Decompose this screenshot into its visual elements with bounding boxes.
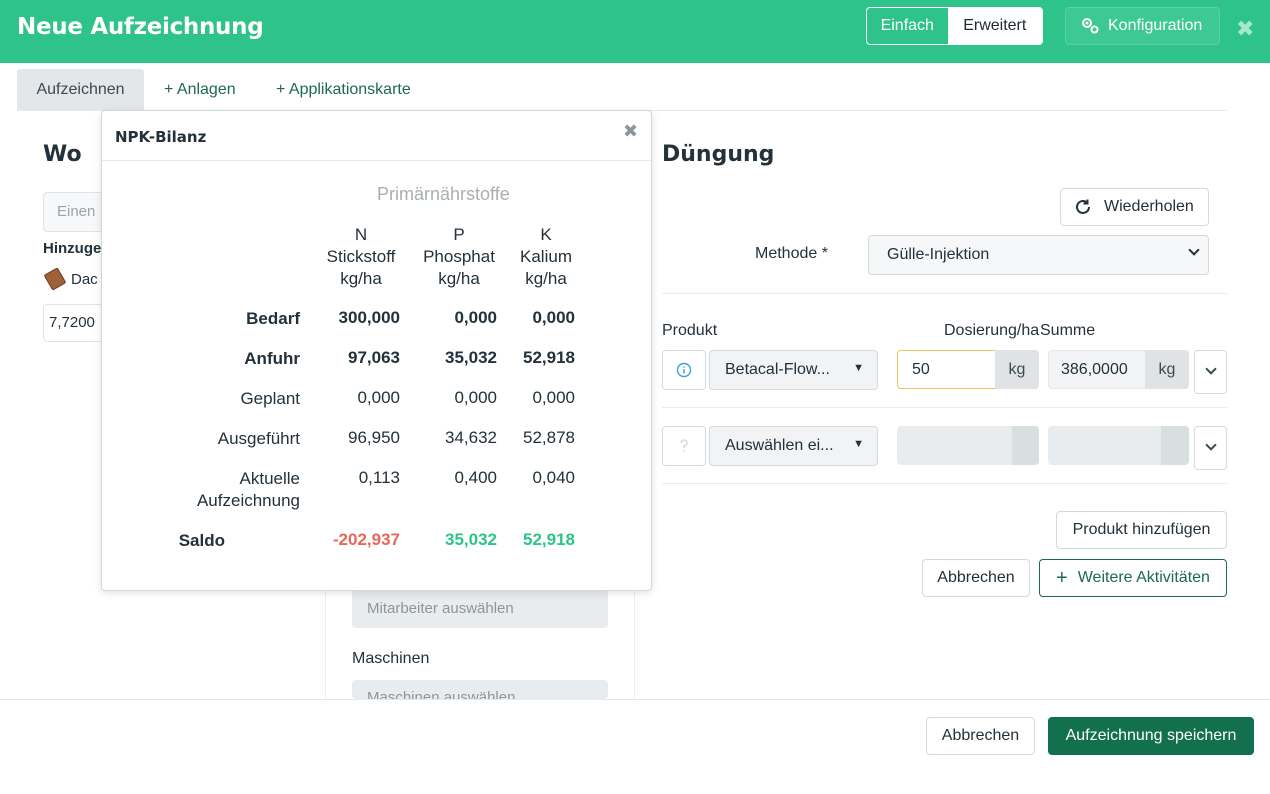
chevron-down-icon (1188, 244, 1200, 256)
dose-input[interactable]: 50 (897, 350, 996, 389)
mode-toggle: Einfach Erweitert (866, 7, 1043, 45)
method-select[interactable]: Gülle-Injektion (868, 235, 1209, 275)
column-header-n: N Stickstoff kg/ha (326, 225, 396, 288)
product-select-value: Auswählen ei... (725, 437, 834, 454)
more-activities-label: Weitere Aktivitäten (1077, 569, 1210, 586)
sum-input[interactable]: 386,0000 (1048, 350, 1146, 389)
table-cell: 35,032 (445, 348, 497, 367)
info-icon (676, 362, 692, 378)
tab-attachments[interactable]: + Anlagen (164, 69, 236, 111)
save-record-button[interactable]: Aufzeichnung speichern (1048, 717, 1254, 755)
row-label-supply: Anfuhr (244, 349, 300, 368)
nutrient-group-label: Primärnährstoffe (377, 184, 510, 204)
machines-label: Maschinen (352, 650, 430, 667)
dose-column-label: Dosierung/ha (944, 322, 1040, 339)
sum-unit (1161, 426, 1189, 465)
employee-select[interactable]: Mitarbeiter auswählen (352, 590, 608, 628)
table-cell: 0,000 (532, 388, 575, 407)
row-label-current-record: Aktuelle Aufzeichnung (196, 469, 300, 510)
cancel-activity-button[interactable]: Abbrechen (922, 559, 1030, 597)
dose-unit: kg (995, 350, 1039, 389)
chevron-down-icon (1205, 439, 1217, 451)
where-title: Wo (43, 142, 82, 167)
sum-input[interactable] (1048, 426, 1161, 465)
column-header-p: P Phosphat kg/ha (423, 225, 495, 288)
npk-balance-popover: NPK-Bilanz ✖ Primärnährstoffe N Sticksto… (101, 110, 652, 591)
dose-input[interactable] (897, 426, 1012, 465)
row-label-executed: Ausgeführt (217, 429, 300, 448)
gears-icon (1082, 18, 1099, 34)
configuration-label: Konfiguration (1108, 17, 1203, 34)
plus-icon: + (1056, 567, 1068, 589)
refresh-icon (1076, 199, 1090, 214)
column-header-k: K Kalium kg/ha (520, 225, 572, 288)
row-label-balance: Saldo (178, 531, 225, 550)
table-cell: 0,000 (454, 388, 497, 407)
repeat-button[interactable]: Wiederholen (1060, 188, 1209, 226)
table-cell: 97,063 (348, 348, 400, 367)
table-cell: 300,000 (338, 308, 400, 327)
tab-application-map[interactable]: + Applikationskarte (276, 69, 411, 111)
divider (662, 293, 1227, 294)
popover-title: NPK-Bilanz (115, 128, 207, 146)
table-cell: 52,918 (523, 348, 575, 367)
machines-select[interactable]: Maschinen auswählen (352, 680, 608, 699)
product-info-button[interactable] (662, 426, 706, 466)
table-cell: 52,878 (523, 428, 575, 447)
question-icon (680, 439, 688, 452)
repeat-label: Wiederholen (1104, 198, 1194, 215)
close-icon[interactable]: ✖ (623, 121, 638, 142)
page-title: Neue Aufzeichnung (17, 14, 264, 40)
tab-record[interactable]: Aufzeichnen (17, 69, 144, 111)
product-info-button[interactable] (662, 350, 706, 390)
sum-unit: kg (1145, 350, 1189, 389)
table-cell: 0,040 (532, 468, 575, 487)
dose-unit (1012, 426, 1039, 465)
sum-column-label: Summe (1040, 322, 1096, 339)
cancel-button[interactable]: Abbrechen (926, 717, 1035, 755)
table-cell: 0,000 (454, 308, 497, 327)
table-cell: 96,950 (348, 428, 400, 447)
chevron-down-icon (1205, 363, 1217, 375)
row-label-planned: Geplant (240, 389, 300, 408)
product-column-label: Produkt (662, 322, 718, 339)
mode-advanced-button[interactable]: Erweitert (947, 8, 1042, 44)
table-cell: 0,113 (358, 468, 400, 487)
add-product-button[interactable]: Produkt hinzufügen (1056, 511, 1227, 549)
caret-down-icon: ▼ (853, 362, 864, 374)
divider (662, 483, 1227, 484)
expand-row-button[interactable] (1194, 426, 1227, 470)
row-label-demand: Bedarf (246, 309, 300, 328)
footer-divider (0, 699, 1270, 700)
table-cell: 0,000 (357, 388, 400, 407)
field-list-item[interactable]: Dac (43, 267, 98, 291)
product-select[interactable]: Auswählen ei... ▼ (709, 426, 878, 466)
product-select[interactable]: Betacal-Flow... ▼ (709, 350, 878, 390)
table-cell: 0,400 (454, 468, 497, 487)
mode-simple-button[interactable]: Einfach (867, 8, 948, 44)
table-cell: 52,918 (523, 530, 575, 549)
product-select-value: Betacal-Flow... (725, 361, 830, 378)
popover-divider (102, 160, 651, 161)
more-activities-button[interactable]: + Weitere Aktivitäten (1039, 559, 1227, 597)
method-label: Methode * (755, 245, 828, 262)
table-cell: 35,032 (445, 530, 497, 549)
fertilization-title: Düngung (662, 142, 775, 167)
added-fields-label: Hinzuge (43, 240, 102, 257)
table-cell: 34,632 (445, 428, 497, 447)
expand-row-button[interactable] (1194, 350, 1227, 394)
method-value: Gülle-Injektion (887, 246, 990, 263)
field-name: Dac (71, 270, 98, 288)
field-icon (43, 267, 67, 291)
divider (662, 407, 1227, 408)
configuration-button[interactable]: Konfiguration (1065, 7, 1220, 45)
caret-down-icon: ▼ (853, 438, 864, 450)
close-icon[interactable]: ✖ (1236, 16, 1254, 42)
header-bar: Neue Aufzeichnung Einfach Erweitert Konf… (0, 0, 1270, 63)
table-cell: -202,937 (332, 530, 400, 549)
table-cell: 0,000 (532, 308, 575, 327)
